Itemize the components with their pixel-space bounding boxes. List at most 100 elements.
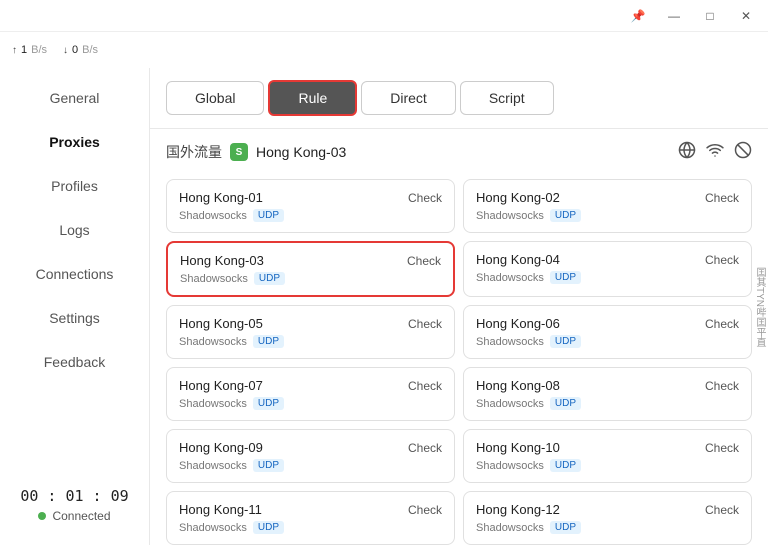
maximize-icon: □ xyxy=(706,9,713,23)
proxy-header-left: 国外流量 S Hong Kong-03 xyxy=(166,142,346,162)
proxy-name-10: Hong Kong-10 xyxy=(476,440,560,455)
check-button-2[interactable]: Check xyxy=(705,191,739,205)
check-button-5[interactable]: Check xyxy=(408,317,442,331)
wifi-icon[interactable] xyxy=(706,141,724,163)
globe-icon[interactable] xyxy=(678,141,696,163)
proxy-name-1: Hong Kong-01 xyxy=(179,190,263,205)
proxy-name-12: Hong Kong-12 xyxy=(476,502,560,517)
check-button-4[interactable]: Check xyxy=(705,253,739,267)
tab-global[interactable]: Global xyxy=(166,81,264,115)
timer-section: 00 : 01 : 09 Connected xyxy=(0,473,149,537)
proxy-type-6: Shadowsocks xyxy=(476,336,544,348)
tab-script[interactable]: Script xyxy=(460,81,554,115)
sidebar-item-general[interactable]: General xyxy=(0,76,149,120)
proxy-name-3: Hong Kong-03 xyxy=(180,253,264,268)
download-stat: ↓ 0 B/s xyxy=(63,44,98,56)
proxy-type-9: Shadowsocks xyxy=(179,460,247,472)
stats-bar: ↑ 1 B/s ↓ 0 B/s xyxy=(0,32,768,68)
check-button-8[interactable]: Check xyxy=(705,379,739,393)
sidebar-item-profiles[interactable]: Profiles xyxy=(0,164,149,208)
proxy-type-11: Shadowsocks xyxy=(179,522,247,534)
maximize-button[interactable]: □ xyxy=(696,5,724,27)
proxy-tag-10: UDP xyxy=(550,459,581,472)
proxy-card-10[interactable]: Hong Kong-10 Check Shadowsocks UDP xyxy=(463,429,752,483)
check-button-7[interactable]: Check xyxy=(408,379,442,393)
pin-button[interactable]: 📌 xyxy=(624,5,652,27)
proxy-type-1: Shadowsocks xyxy=(179,210,247,222)
block-icon[interactable] xyxy=(734,141,752,163)
proxy-grid: Hong Kong-01CheckShadowsocksUDPHong Kong… xyxy=(150,171,768,545)
check-button-12[interactable]: Check xyxy=(705,503,739,517)
tab-direct[interactable]: Direct xyxy=(361,81,456,115)
minimize-icon: — xyxy=(668,9,680,23)
proxy-badge: S xyxy=(230,143,248,161)
download-count: 0 xyxy=(72,44,78,56)
proxy-card-4[interactable]: Hong Kong-04 Check Shadowsocks UDP xyxy=(463,241,752,297)
close-button[interactable]: ✕ xyxy=(732,5,760,27)
proxy-type-5: Shadowsocks xyxy=(179,336,247,348)
time-display: 00 : 01 : 09 xyxy=(16,487,133,505)
proxy-type-7: Shadowsocks xyxy=(179,398,247,410)
check-button-11[interactable]: Check xyxy=(408,503,442,517)
proxy-card-7[interactable]: Hong Kong-07 Check Shadowsocks UDP xyxy=(166,367,455,421)
proxy-name-9: Hong Kong-09 xyxy=(179,440,263,455)
upload-unit: B/s xyxy=(31,44,47,56)
close-icon: ✕ xyxy=(741,9,751,23)
proxy-tag-5: UDP xyxy=(253,335,284,348)
proxy-tag-7: UDP xyxy=(253,397,284,410)
proxy-header-icons xyxy=(678,141,752,163)
check-button-1[interactable]: Check xyxy=(408,191,442,205)
proxy-name-5: Hong Kong-05 xyxy=(179,316,263,331)
sidebar: GeneralProxiesProfilesLogsConnectionsSet… xyxy=(0,68,150,545)
proxy-name-7: Hong Kong-07 xyxy=(179,378,263,393)
check-button-3[interactable]: Check xyxy=(407,254,441,268)
proxy-name-4: Hong Kong-04 xyxy=(476,252,560,267)
proxy-card-3[interactable]: Hong Kong-03CheckShadowsocksUDP xyxy=(166,241,455,297)
sidebar-item-feedback[interactable]: Feedback xyxy=(0,340,149,384)
proxy-card-11[interactable]: Hong Kong-11 Check Shadowsocks UDP xyxy=(166,491,455,545)
check-button-6[interactable]: Check xyxy=(705,317,739,331)
proxy-type-4: Shadowsocks xyxy=(476,272,544,284)
sidebar-item-settings[interactable]: Settings xyxy=(0,296,149,340)
proxy-type-12: Shadowsocks xyxy=(476,522,544,534)
proxy-tag-6: UDP xyxy=(550,335,581,348)
download-unit: B/s xyxy=(82,44,98,56)
proxy-header: 国外流量 S Hong Kong-03 xyxy=(150,129,768,171)
sidebar-item-connections[interactable]: Connections xyxy=(0,252,149,296)
tab-bar: Global Rule Direct Script xyxy=(150,68,768,129)
proxy-tag-1: UDP xyxy=(253,209,284,222)
proxy-type-2: Shadowsocks xyxy=(476,210,544,222)
check-button-10[interactable]: Check xyxy=(705,441,739,455)
pin-icon: 📌 xyxy=(631,9,646,23)
proxy-card-9[interactable]: Hong Kong-09 Check Shadowsocks UDP xyxy=(166,429,455,483)
proxy-type-8: Shadowsocks xyxy=(476,398,544,410)
proxy-name-2: Hong Kong-02 xyxy=(476,190,560,205)
connected-label: Connected xyxy=(52,509,110,523)
upload-stat: ↑ 1 B/s xyxy=(12,44,47,56)
proxy-name-6: Hong Kong-06 xyxy=(476,316,560,331)
proxy-tag-8: UDP xyxy=(550,397,581,410)
proxy-card-12[interactable]: Hong Kong-12 Check Shadowsocks UDP xyxy=(463,491,752,545)
main-layout: GeneralProxiesProfilesLogsConnectionsSet… xyxy=(0,68,768,545)
proxy-card-5[interactable]: Hong Kong-05 Check Shadowsocks UDP xyxy=(166,305,455,359)
proxy-name-11: Hong Kong-11 xyxy=(179,502,262,517)
minimize-button[interactable]: — xyxy=(660,5,688,27)
proxy-card-2[interactable]: Hong Kong-02 Check Shadowsocks UDP xyxy=(463,179,752,233)
tab-rule[interactable]: Rule xyxy=(268,80,357,116)
check-button-9[interactable]: Check xyxy=(408,441,442,455)
proxy-tag-9: UDP xyxy=(253,459,284,472)
right-edge-text: 囯其TYN哔囯平直 xyxy=(750,263,768,351)
sidebar-item-proxies[interactable]: Proxies xyxy=(0,120,149,164)
proxy-tag-2: UDP xyxy=(550,209,581,222)
proxy-type-10: Shadowsocks xyxy=(476,460,544,472)
proxy-tag-11: UDP xyxy=(253,521,284,534)
upload-arrow: ↑ xyxy=(12,45,17,56)
upload-count: 1 xyxy=(21,44,27,56)
proxy-card-1[interactable]: Hong Kong-01 Check Shadowsocks UDP xyxy=(166,179,455,233)
proxy-card-6[interactable]: Hong Kong-06 Check Shadowsocks UDP xyxy=(463,305,752,359)
sidebar-item-logs[interactable]: Logs xyxy=(0,208,149,252)
proxy-tag-12: UDP xyxy=(550,521,581,534)
proxy-tag-4: UDP xyxy=(550,271,581,284)
connection-status: Connected xyxy=(16,509,133,523)
proxy-card-8[interactable]: Hong Kong-08CheckShadowsocksUDP xyxy=(463,367,752,421)
